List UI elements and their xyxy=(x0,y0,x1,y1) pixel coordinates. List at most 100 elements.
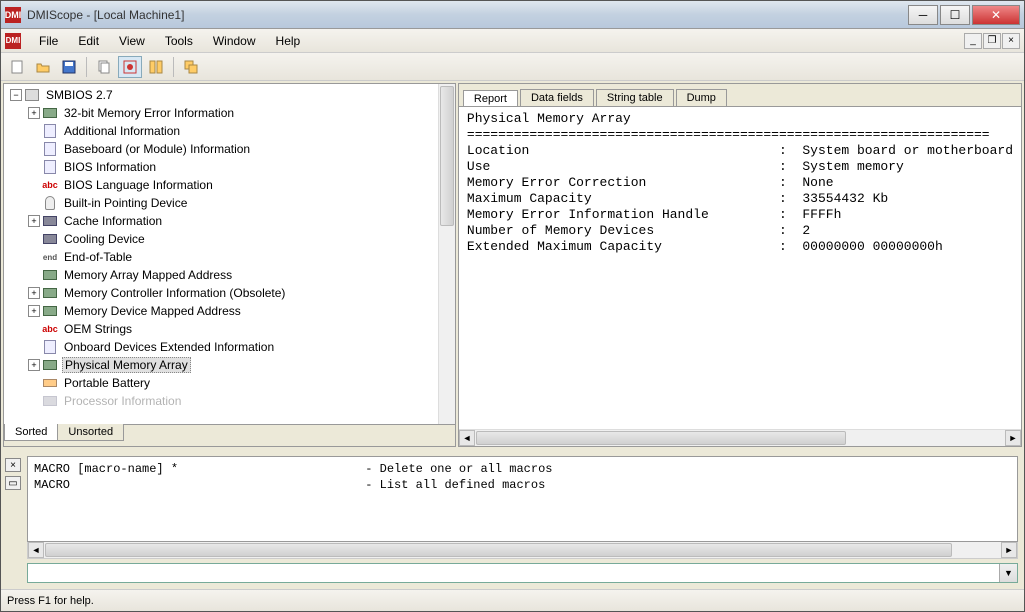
tree-item[interactable]: abcOEM Strings xyxy=(6,320,453,338)
tree-item[interactable]: +Memory Controller Information (Obsolete… xyxy=(6,284,453,302)
tree-item[interactable]: Onboard Devices Extended Information xyxy=(6,338,453,356)
tile-button[interactable] xyxy=(144,56,168,78)
menu-view[interactable]: View xyxy=(109,31,155,51)
tab-sorted[interactable]: Sorted xyxy=(4,424,58,441)
report-row: Number of Memory Devices : 2 xyxy=(467,223,1013,239)
scroll-left-button[interactable]: ◄ xyxy=(459,430,475,446)
bat-icon xyxy=(42,376,58,390)
expand-icon[interactable]: + xyxy=(28,107,40,119)
doc-icon xyxy=(42,160,58,174)
report-h-scrollbar[interactable]: ◄ ► xyxy=(459,429,1021,446)
scroll-left-button[interactable]: ◄ xyxy=(28,542,44,558)
tree-item[interactable]: Portable Battery xyxy=(6,374,453,392)
tab-string-table[interactable]: String table xyxy=(596,89,674,106)
tree-item[interactable]: BIOS Information xyxy=(6,158,453,176)
tab-data-fields[interactable]: Data fields xyxy=(520,89,594,106)
end-icon: end xyxy=(42,250,58,264)
expand-icon[interactable]: + xyxy=(28,305,40,317)
collapse-icon[interactable]: − xyxy=(10,89,22,101)
mdi-icon: DMI xyxy=(5,33,21,49)
tree-item[interactable]: abcBIOS Language Information xyxy=(6,176,453,194)
tree-root[interactable]: − SMBIOS 2.7 xyxy=(6,86,453,104)
report-row: Location : System board or motherboard xyxy=(467,143,1013,159)
tree-item[interactable]: Baseboard (or Module) Information xyxy=(6,140,453,158)
toolbar xyxy=(1,53,1024,81)
report-row: Memory Error Correction : None xyxy=(467,175,1013,191)
status-text: Press F1 for help. xyxy=(7,595,94,607)
copy-button[interactable] xyxy=(92,56,116,78)
close-button[interactable]: ✕ xyxy=(972,5,1020,25)
abc-icon: abc xyxy=(42,178,58,192)
mdi-close-button[interactable]: × xyxy=(1002,33,1020,49)
scroll-right-button[interactable]: ► xyxy=(1005,430,1021,446)
detail-tabs: Report Data fields String table Dump xyxy=(459,84,1021,106)
tree-item[interactable]: Processor Information xyxy=(6,392,453,410)
highlight-button[interactable] xyxy=(118,56,142,78)
tree-item[interactable]: Built-in Pointing Device xyxy=(6,194,453,212)
menu-edit[interactable]: Edit xyxy=(68,31,109,51)
tree-item[interactable]: +32-bit Memory Error Information xyxy=(6,104,453,122)
chip-icon xyxy=(42,358,58,372)
mdi-restore-button[interactable]: ❐ xyxy=(983,33,1001,49)
new-button[interactable] xyxy=(5,56,29,78)
menu-help[interactable]: Help xyxy=(266,31,311,51)
tree-scrollbar[interactable] xyxy=(438,84,455,424)
expand-icon[interactable]: + xyxy=(28,287,40,299)
console-pin-button[interactable]: ▭ xyxy=(5,476,21,490)
tab-report[interactable]: Report xyxy=(463,90,518,107)
dropdown-icon[interactable]: ▼ xyxy=(999,564,1017,582)
tree-item[interactable]: +Memory Device Mapped Address xyxy=(6,302,453,320)
scrollbar-thumb[interactable] xyxy=(440,86,454,226)
chip-icon xyxy=(42,286,58,300)
titlebar[interactable]: DMI DMIScope - [Local Machine1] ─ ☐ ✕ xyxy=(1,1,1024,29)
report-row: Use : System memory xyxy=(467,159,1013,175)
window-title: DMIScope - [Local Machine1] xyxy=(27,8,908,22)
report-row: Extended Maximum Capacity : 00000000 000… xyxy=(467,239,1013,255)
expand-icon[interactable]: + xyxy=(28,359,40,371)
tree-panel: − SMBIOS 2.7 +32-bit Memory Error Inform… xyxy=(3,83,456,447)
app-icon: DMI xyxy=(5,7,21,23)
expand-icon[interactable]: + xyxy=(28,215,40,227)
doc-icon xyxy=(42,142,58,156)
mdi-minimize-button[interactable]: _ xyxy=(964,33,982,49)
console-panel: × ▭ MACRO [macro-name] * - Delete one or… xyxy=(1,449,1024,589)
mouse-icon xyxy=(42,196,58,210)
menu-window[interactable]: Window xyxy=(203,31,266,51)
maximize-button[interactable]: ☐ xyxy=(940,5,970,25)
cascade-button[interactable] xyxy=(179,56,203,78)
command-combo[interactable]: ▼ xyxy=(27,563,1018,583)
menu-tools[interactable]: Tools xyxy=(155,31,203,51)
chip-icon xyxy=(42,268,58,282)
tab-unsorted[interactable]: Unsorted xyxy=(57,424,124,441)
chip-icon xyxy=(42,106,58,120)
report-divider: ========================================… xyxy=(467,127,1013,143)
macro-output[interactable]: MACRO [macro-name] * - Delete one or all… xyxy=(27,456,1018,542)
menu-file[interactable]: File xyxy=(29,31,68,51)
tree-item[interactable]: Memory Array Mapped Address xyxy=(6,266,453,284)
main-area: − SMBIOS 2.7 +32-bit Memory Error Inform… xyxy=(1,81,1024,589)
scroll-right-button[interactable]: ► xyxy=(1001,542,1017,558)
tree-tabs: Sorted Unsorted xyxy=(4,424,455,446)
console-close-button[interactable]: × xyxy=(5,458,21,472)
tree-item[interactable]: Cooling Device xyxy=(6,230,453,248)
console-h-scrollbar[interactable]: ◄ ► xyxy=(27,542,1018,559)
doc-icon xyxy=(42,124,58,138)
tree-item[interactable]: +Cache Information xyxy=(6,212,453,230)
tree-item[interactable]: +Physical Memory Array xyxy=(6,356,453,374)
tab-dump[interactable]: Dump xyxy=(676,89,727,106)
app-window: DMI DMIScope - [Local Machine1] ─ ☐ ✕ DM… xyxy=(0,0,1025,612)
open-button[interactable] xyxy=(31,56,55,78)
tree-view[interactable]: − SMBIOS 2.7 +32-bit Memory Error Inform… xyxy=(4,84,455,424)
report-text[interactable]: Physical Memory Array ==================… xyxy=(459,106,1021,429)
report-row: Maximum Capacity : 33554432 Kb xyxy=(467,191,1013,207)
tree-item[interactable]: endEnd-of-Table xyxy=(6,248,453,266)
chipb-icon xyxy=(42,232,58,246)
macro-line: MACRO [macro-name] * - Delete one or all… xyxy=(34,461,1011,477)
h-scrollbar-thumb[interactable] xyxy=(476,431,846,445)
minimize-button[interactable]: ─ xyxy=(908,5,938,25)
statusbar: Press F1 for help. xyxy=(1,589,1024,611)
tree-item[interactable]: Additional Information xyxy=(6,122,453,140)
chipb-icon xyxy=(42,394,58,408)
save-button[interactable] xyxy=(57,56,81,78)
h-scrollbar-thumb[interactable] xyxy=(45,543,952,557)
